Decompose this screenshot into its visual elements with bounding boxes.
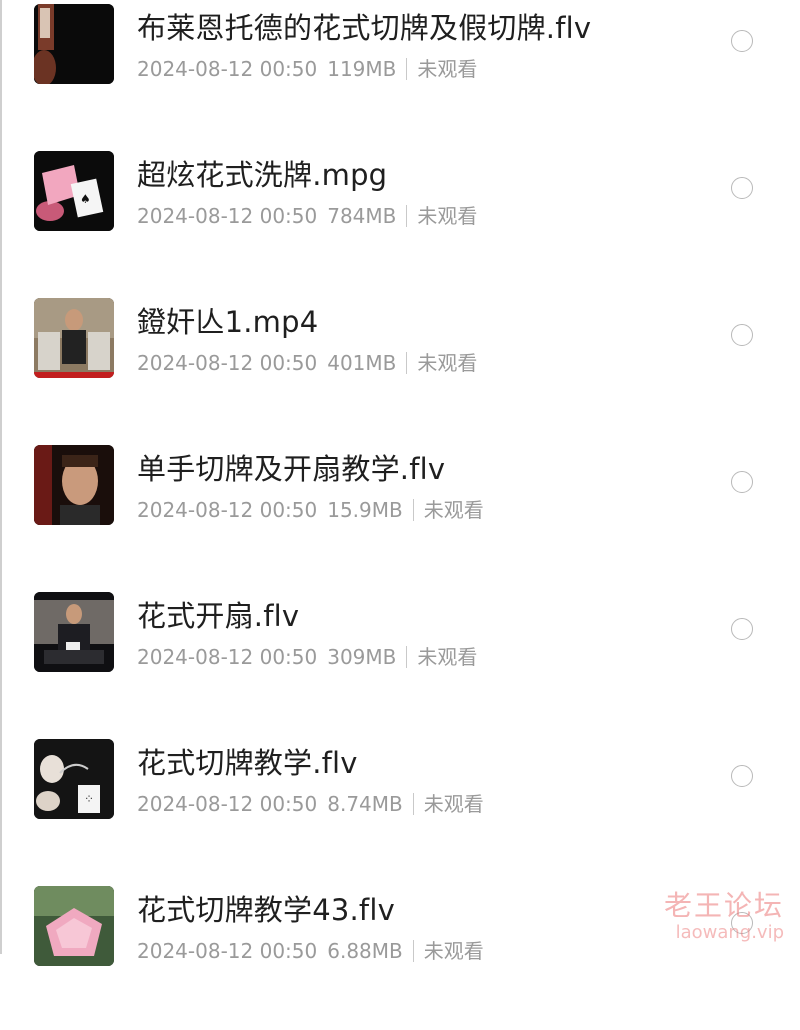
svg-text:♠: ♠	[80, 192, 91, 206]
select-radio[interactable]	[731, 177, 753, 199]
file-size: 6.88MB	[327, 939, 403, 963]
file-name: 花式开扇.flv	[137, 599, 300, 633]
watch-status: 未观看	[417, 351, 478, 375]
select-radio[interactable]	[731, 618, 753, 640]
file-date: 2024-08-12 00:50	[137, 351, 318, 375]
video-thumbnail	[34, 4, 114, 84]
file-size: 784MB	[327, 204, 397, 228]
svg-text:⁘: ⁘	[84, 792, 94, 806]
watch-status: 未观看	[423, 939, 484, 963]
file-meta: 2024-08-12 00:50 15.9MB 未观看	[137, 496, 484, 524]
watch-status: 未观看	[423, 498, 484, 522]
list-item[interactable]: 布莱恩托德的花式切牌及假切牌.flv 2024-08-12 00:50 119M…	[0, 1, 800, 148]
list-item[interactable]: 单手切牌及开扇教学.flv 2024-08-12 00:50 15.9MB 未观…	[0, 442, 800, 589]
meta-divider	[406, 58, 408, 80]
watermark-cn: 老王论坛	[663, 889, 784, 922]
list-item[interactable]: 花式开扇.flv 2024-08-12 00:50 309MB 未观看	[0, 589, 800, 736]
video-thumbnail	[34, 445, 114, 525]
meta-divider	[406, 205, 408, 227]
video-thumbnail	[34, 592, 114, 672]
select-radio[interactable]	[731, 471, 753, 493]
select-radio[interactable]	[731, 765, 753, 787]
watermark-en: laowang.vip	[675, 922, 784, 943]
file-size: 401MB	[327, 351, 397, 375]
file-size: 309MB	[327, 645, 397, 669]
file-size: 8.74MB	[327, 792, 403, 816]
select-radio[interactable]	[731, 30, 753, 52]
file-date: 2024-08-12 00:50	[137, 204, 318, 228]
watch-status: 未观看	[417, 57, 478, 81]
file-meta: 2024-08-12 00:50 309MB 未观看	[137, 643, 477, 671]
file-size: 119MB	[327, 57, 397, 81]
file-meta: 2024-08-12 00:50 8.74MB 未观看	[137, 790, 484, 818]
file-meta: 2024-08-12 00:50 401MB 未观看	[137, 349, 477, 377]
select-radio[interactable]	[731, 324, 753, 346]
meta-divider	[412, 793, 414, 815]
forum-watermark: 老王论坛 laowang.vip	[664, 890, 784, 944]
file-name: 布莱恩托德的花式切牌及假切牌.flv	[137, 11, 592, 45]
list-item[interactable]: 鐙奸亾1.mp4 2024-08-12 00:50 401MB 未观看	[0, 295, 800, 442]
meta-divider	[406, 646, 408, 668]
file-name: 花式切牌教学.flv	[137, 746, 358, 780]
file-date: 2024-08-12 00:50	[137, 645, 318, 669]
list-item[interactable]: ♠ 超炫花式洗牌.mpg 2024-08-12 00:50 784MB 未观看	[0, 148, 800, 295]
video-thumbnail: ♠	[34, 151, 114, 231]
watch-status: 未观看	[417, 204, 478, 228]
video-thumbnail	[34, 886, 114, 966]
file-date: 2024-08-12 00:50	[137, 792, 318, 816]
meta-divider	[412, 940, 414, 962]
file-name: 花式切牌教学43.flv	[137, 893, 395, 927]
watch-status: 未观看	[423, 792, 484, 816]
video-thumbnail	[34, 298, 114, 378]
file-meta: 2024-08-12 00:50 784MB 未观看	[137, 202, 477, 230]
meta-divider	[412, 499, 414, 521]
file-size: 15.9MB	[327, 498, 403, 522]
file-date: 2024-08-12 00:50	[137, 498, 318, 522]
file-meta: 2024-08-12 00:50 6.88MB 未观看	[137, 937, 484, 965]
video-thumbnail: ⁘	[34, 739, 114, 819]
file-name: 鐙奸亾1.mp4	[137, 305, 319, 339]
list-item[interactable]: ⁘ 花式切牌教学.flv 2024-08-12 00:50 8.74MB 未观看	[0, 736, 800, 883]
file-date: 2024-08-12 00:50	[137, 939, 318, 963]
file-date: 2024-08-12 00:50	[137, 57, 318, 81]
file-meta: 2024-08-12 00:50 119MB 未观看	[137, 55, 477, 83]
meta-divider	[406, 352, 408, 374]
file-name: 超炫花式洗牌.mpg	[137, 158, 388, 192]
watch-status: 未观看	[417, 645, 478, 669]
file-name: 单手切牌及开扇教学.flv	[137, 452, 446, 486]
